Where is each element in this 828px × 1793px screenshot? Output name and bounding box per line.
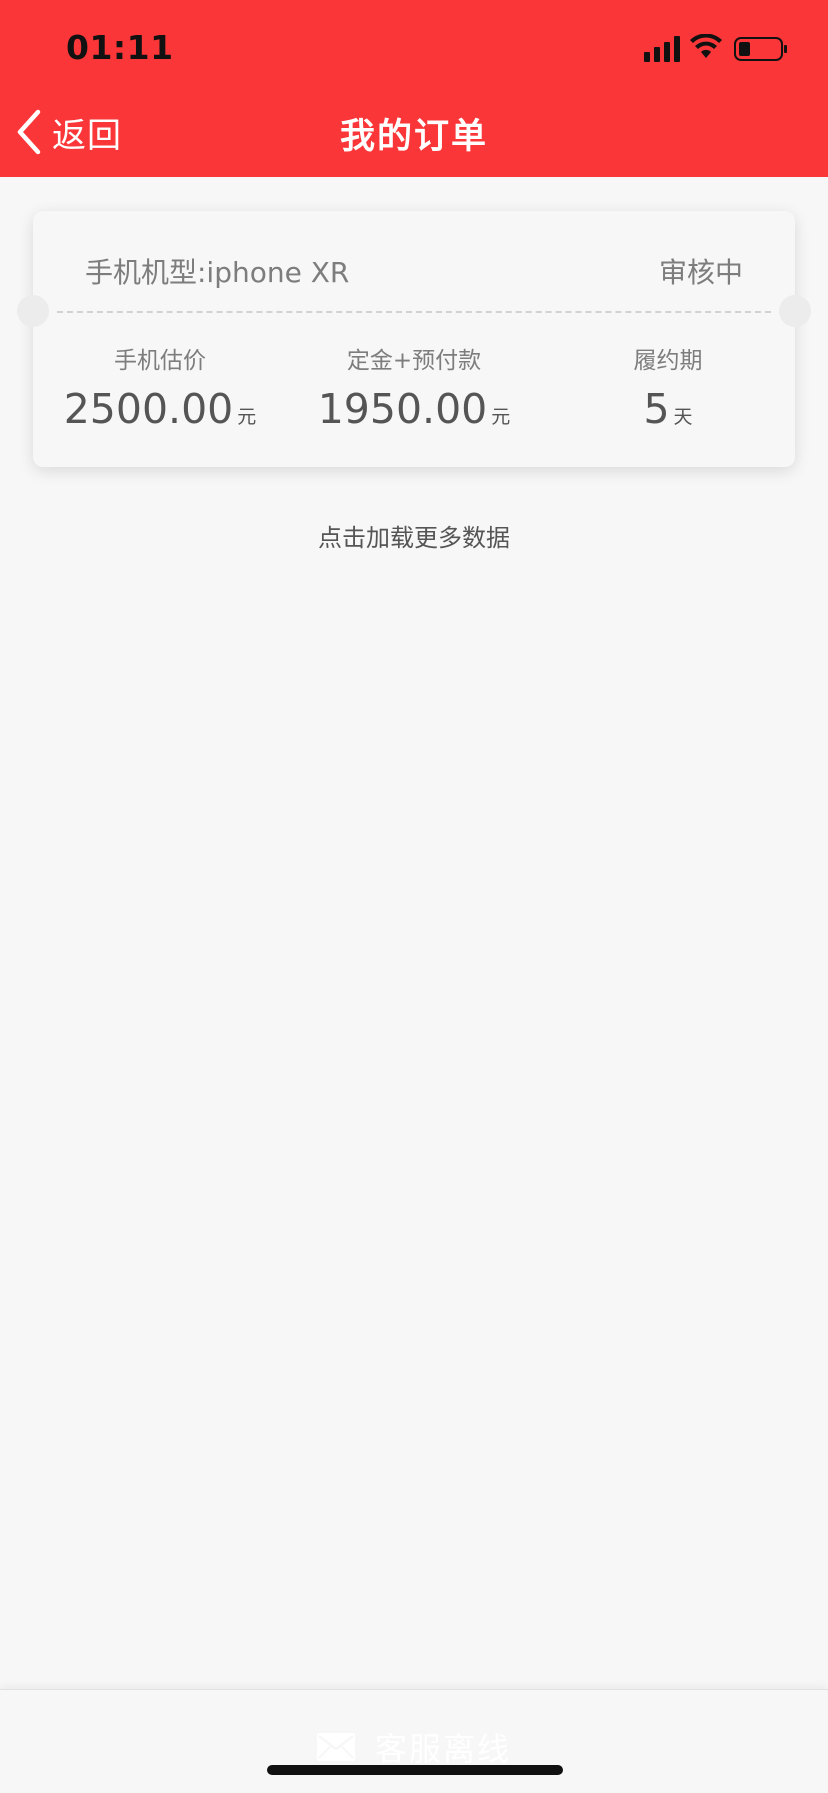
order-card[interactable]: 手机机型:iphone XR 审核中 手机估价 2500.00 元 定金+预付款 … bbox=[17, 211, 811, 467]
signal-icon bbox=[644, 36, 680, 62]
phone-model: 手机机型:iphone XR bbox=[85, 256, 350, 289]
stat-value: 5 bbox=[643, 385, 670, 433]
card-divider bbox=[57, 311, 771, 313]
stat-value: 2500.00 bbox=[63, 385, 234, 433]
card-notch-right bbox=[779, 295, 811, 327]
status-icons bbox=[644, 32, 794, 66]
stat-value: 1950.00 bbox=[317, 385, 488, 433]
stat-unit: 元 bbox=[491, 406, 511, 428]
stat-unit: 天 bbox=[673, 406, 693, 428]
stat-label: 定金+预付款 bbox=[346, 348, 482, 374]
customer-service-label: 客服离线 bbox=[374, 1730, 511, 1768]
stat-estimated-price: 手机估价 2500.00 元 bbox=[33, 341, 287, 433]
load-more-button[interactable]: 点击加载更多数据 bbox=[0, 518, 828, 553]
mail-icon bbox=[316, 1733, 355, 1761]
status-time: 01:11 bbox=[66, 28, 174, 67]
stat-performance-period: 履约期 5天 bbox=[541, 341, 795, 433]
stat-deposit-prepayment: 定金+预付款 1950.00 元 bbox=[287, 341, 541, 433]
home-indicator bbox=[267, 1765, 563, 1775]
order-status: 审核中 bbox=[658, 256, 743, 289]
page-title: 我的订单 bbox=[339, 117, 488, 157]
customer-service-button[interactable]: 客服离线 bbox=[0, 1724, 828, 1770]
card-notch-left bbox=[17, 295, 49, 327]
wifi-icon bbox=[690, 34, 722, 58]
battery-icon bbox=[734, 37, 787, 61]
stat-label: 履约期 bbox=[633, 348, 703, 374]
stat-unit: 元 bbox=[237, 406, 257, 428]
bottom-bar: 客服离线 bbox=[0, 1689, 828, 1793]
stat-label: 手机估价 bbox=[114, 348, 206, 374]
app-header: 01:11 返回 我的订单 bbox=[0, 0, 828, 177]
